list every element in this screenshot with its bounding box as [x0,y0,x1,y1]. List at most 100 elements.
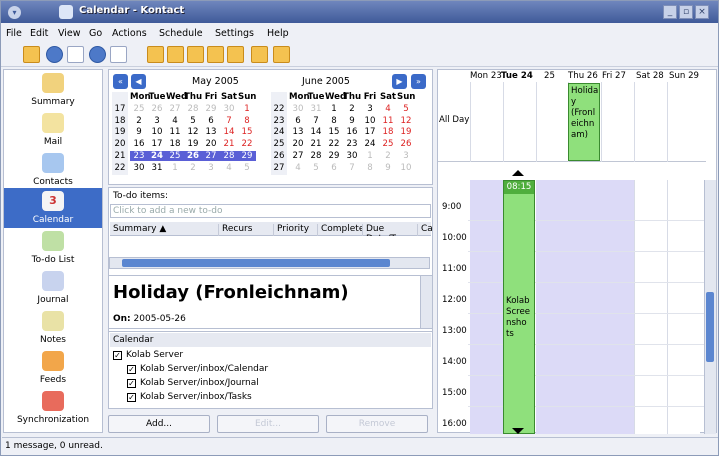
menu-view[interactable]: View [58,28,81,39]
minimize-icon[interactable]: _ [663,5,677,19]
day-header[interactable]: Mon 23 [470,71,502,81]
date-cell[interactable]: 23 [130,150,148,161]
day-header[interactable]: Tue 24 [501,71,533,81]
work-week-icon[interactable] [187,46,204,63]
date-cell[interactable]: 8 [325,116,343,126]
date-cell[interactable]: 3 [148,116,166,126]
day-column[interactable] [568,180,601,434]
month-view-icon[interactable] [251,46,268,63]
menu-file[interactable]: File [6,28,22,39]
date-cell[interactable]: 1 [238,104,256,114]
date-cell[interactable]: 27 [166,104,184,114]
col-due-date[interactable]: Due Date/T [362,224,417,236]
day-header[interactable]: Sun 29 [669,71,699,81]
today-icon[interactable] [67,46,84,63]
date-cell[interactable]: 8 [361,163,379,173]
date-cell[interactable]: 18 [166,139,184,149]
date-cell[interactable]: 5 [184,116,202,126]
date-cell[interactable]: 22 [325,139,343,149]
date-cell[interactable]: 24 [361,139,379,149]
date-cell[interactable]: 7 [307,116,325,126]
holiday-event[interactable]: Holida y (Fronl eichn am) [568,83,600,161]
week-number[interactable]: 26 [271,151,287,163]
date-cell[interactable]: 27 [289,151,307,161]
date-cell[interactable]: 29 [202,104,220,114]
whats-next-icon[interactable] [110,46,127,63]
date-cell[interactable]: 9 [379,163,397,173]
date-cell[interactable]: 25 [379,139,397,149]
date-cell[interactable]: 28 [220,150,238,161]
back-icon[interactable] [46,46,63,63]
date-cell[interactable]: 1 [325,104,343,114]
week-number[interactable]: 22 [112,163,128,175]
date-cell[interactable]: 18 [379,127,397,137]
detail-scrollbar[interactable] [420,276,432,328]
all-day-cell[interactable] [470,82,471,162]
date-cell[interactable]: 30 [289,104,307,114]
date-cell[interactable]: 19 [184,139,202,149]
col-recurs[interactable]: Recurs [218,224,252,236]
date-cell[interactable]: 16 [130,139,148,149]
date-cell[interactable]: 10 [361,116,379,126]
date-cell[interactable]: 25 [130,104,148,114]
resource-item[interactable]: ✓ Kolab Server/inbox/Journal [127,378,259,388]
next-days-icon[interactable] [227,46,244,63]
date-cell[interactable]: 17 [148,139,166,149]
day-column[interactable] [470,180,503,434]
resource-item[interactable]: ✓ Kolab Server/inbox/Calendar [127,364,268,374]
sidebar-item-journal[interactable]: Journal [4,268,102,308]
date-cell[interactable]: 26 [184,150,202,161]
date-cell[interactable]: 19 [397,127,415,137]
menu-settings[interactable]: Settings [215,28,254,39]
sidebar-item-summary[interactable]: Summary [4,70,102,110]
date-cell[interactable]: 29 [325,151,343,161]
sidebar-item-calendar[interactable]: 3 Calendar [4,188,102,228]
menu-schedule[interactable]: Schedule [159,28,203,39]
checkbox[interactable]: ✓ [127,379,136,388]
col-complete[interactable]: Complete [317,224,362,236]
date-cell[interactable]: 2 [343,104,361,114]
date-cell[interactable]: 25 [166,150,184,161]
date-cell[interactable]: 9 [130,127,148,137]
edit-button[interactable]: Edit... [217,415,319,433]
week-number[interactable]: 25 [271,139,287,151]
all-day-cell[interactable] [601,82,602,162]
date-cell[interactable]: 12 [397,116,415,126]
date-cell[interactable]: 5 [397,104,415,114]
date-cell[interactable]: 2 [379,151,397,161]
date-cell[interactable]: 30 [343,151,361,161]
date-cell[interactable]: 6 [325,163,343,173]
date-cell[interactable]: 3 [202,163,220,173]
day-column[interactable] [536,180,568,434]
date-cell[interactable]: 10 [148,127,166,137]
scroll-thumb[interactable] [706,292,714,362]
date-cell[interactable]: 6 [289,116,307,126]
week-number[interactable]: 23 [271,116,287,128]
col-summary[interactable]: Summary ▲ [110,224,166,236]
date-cell[interactable]: 30 [220,104,238,114]
week-number[interactable]: 18 [112,116,128,128]
remove-button[interactable]: Remove [326,415,428,433]
week-number[interactable]: 24 [271,127,287,139]
checkbox[interactable]: ✓ [127,365,136,374]
maximize-icon[interactable]: ▫ [679,5,693,19]
col-priority[interactable]: Priority [273,224,309,236]
sidebar-item-notes[interactable]: Notes [4,308,102,348]
month-title-may[interactable]: May 2005 [192,76,239,87]
date-cell[interactable]: 29 [238,150,256,161]
date-cell[interactable]: 2 [130,116,148,126]
checkbox[interactable]: ✓ [113,351,122,360]
date-cell[interactable]: 21 [220,139,238,149]
date-cell[interactable]: 21 [307,139,325,149]
next-month-icon[interactable]: ▶ [392,74,407,89]
day-header[interactable]: Sat 28 [636,71,664,81]
date-cell[interactable]: 31 [307,104,325,114]
date-cell[interactable]: 17 [361,127,379,137]
day-column[interactable] [667,180,700,434]
menu-help[interactable]: Help [267,28,289,39]
resource-item[interactable]: ✓ Kolab Server/inbox/Tasks [127,392,252,402]
date-cell[interactable]: 13 [289,127,307,137]
date-cell[interactable]: 1 [166,163,184,173]
week-number[interactable]: 27 [271,163,287,175]
resource-item[interactable]: ✓ Kolab Server [113,350,183,360]
